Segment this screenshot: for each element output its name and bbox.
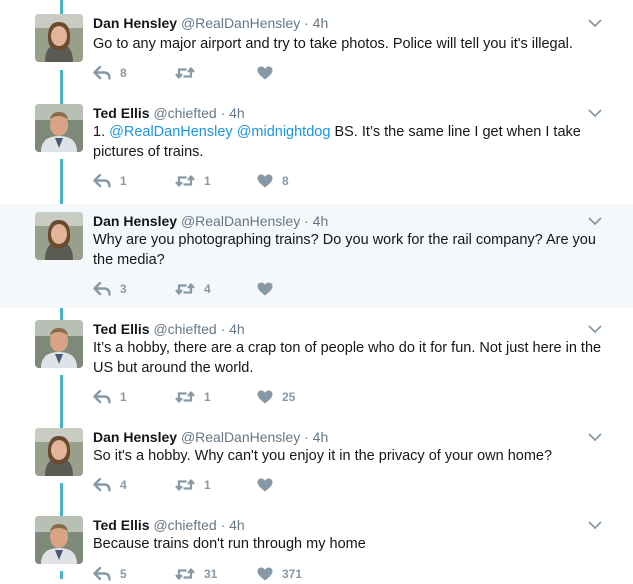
mention-link[interactable]: @midnightdog (237, 124, 331, 140)
reply-count: 1 (120, 174, 127, 188)
like-button[interactable] (257, 63, 282, 83)
separator-dot: · (220, 517, 226, 533)
separator-dot: · (304, 15, 309, 31)
tweet[interactable]: Ted Ellis @chiefted · 4h 1. @RealDanHens… (0, 96, 633, 204)
retweet-button[interactable]: 31 (175, 564, 217, 584)
reply-button[interactable]: 1 (93, 171, 127, 191)
author-handle[interactable]: @RealDanHensley (181, 213, 300, 229)
like-button[interactable]: 25 (257, 387, 295, 407)
tweet-text: Why are you photographing trains? Do you… (93, 232, 596, 268)
separator-dot: · (220, 321, 226, 337)
like-button[interactable]: 8 (257, 171, 289, 191)
timestamp[interactable]: 4h (229, 517, 245, 533)
author-handle[interactable]: @chiefted (153, 321, 216, 337)
tweet-text: So it's a hobby. Why can't you enjoy it … (93, 448, 553, 464)
timestamp[interactable]: 4h (229, 321, 245, 337)
tweet[interactable]: Dan Hensley @RealDanHensley · 4h So it's… (0, 420, 633, 508)
timestamp[interactable]: 4h (313, 15, 329, 31)
retweet-button[interactable]: 4 (175, 279, 211, 299)
separator-dot: · (304, 213, 309, 229)
avatar[interactable] (35, 320, 83, 368)
chevron-down-icon[interactable] (587, 215, 603, 227)
retweet-count: 1 (204, 390, 211, 404)
reply-icon (93, 282, 111, 296)
separator-dot: · (304, 429, 309, 445)
retweet-icon (175, 391, 195, 403)
retweet-button[interactable] (175, 63, 204, 83)
mention-link[interactable]: @RealDanHensley (109, 124, 233, 140)
author-handle[interactable]: @RealDanHensley (181, 429, 300, 445)
retweet-count: 1 (204, 174, 211, 188)
like-count: 25 (282, 390, 296, 404)
retweet-icon (175, 175, 195, 187)
chevron-down-icon[interactable] (587, 431, 603, 443)
retweet-icon (175, 283, 195, 295)
retweet-button[interactable]: 1 (175, 387, 211, 407)
reply-count: 3 (120, 282, 127, 296)
author-name[interactable]: Ted Ellis (93, 105, 150, 121)
author-name[interactable]: Dan Hensley (93, 429, 177, 445)
tweet-text: 1. @RealDanHensley @midnightdog BS. It’s… (93, 122, 608, 162)
author-handle[interactable]: @RealDanHensley (181, 15, 300, 31)
avatar[interactable] (35, 14, 83, 62)
retweet-icon (175, 479, 195, 491)
heart-icon (257, 174, 273, 188)
reply-button[interactable]: 3 (93, 279, 127, 299)
avatar[interactable] (35, 104, 83, 152)
like-button[interactable]: 371 (257, 564, 302, 584)
heart-icon (257, 282, 273, 296)
reply-icon (93, 66, 111, 80)
reply-count: 4 (120, 478, 127, 492)
timestamp[interactable]: 4h (229, 105, 245, 121)
retweet-button[interactable]: 1 (175, 171, 211, 191)
reply-button[interactable]: 4 (93, 475, 127, 495)
author-name[interactable]: Dan Hensley (93, 213, 177, 229)
retweet-icon (175, 67, 195, 79)
like-button[interactable] (257, 475, 282, 495)
tweet-text: It’s a hobby, there are a crap ton of pe… (93, 340, 602, 376)
heart-icon (257, 390, 273, 404)
timestamp[interactable]: 4h (313, 213, 329, 229)
avatar[interactable] (35, 516, 83, 564)
reply-icon (93, 174, 111, 188)
heart-icon (257, 66, 273, 80)
heart-icon (257, 478, 273, 492)
chevron-down-icon[interactable] (587, 323, 603, 335)
conversation-thread: Dan Hensley @RealDanHensley · 4h Go to a… (0, 0, 633, 581)
reply-button[interactable]: 1 (93, 387, 127, 407)
author-name[interactable]: Ted Ellis (93, 321, 150, 337)
reply-button[interactable]: 8 (93, 63, 127, 83)
text-prefix: 1. (93, 124, 110, 140)
retweet-count: 1 (204, 478, 211, 492)
author-handle[interactable]: @chiefted (153, 517, 216, 533)
reply-button[interactable]: 5 (93, 564, 127, 584)
chevron-down-icon[interactable] (587, 519, 603, 531)
like-button[interactable] (257, 279, 282, 299)
tweet[interactable]: Ted Ellis @chiefted · 4h Because trains … (0, 508, 633, 581)
retweet-count: 4 (204, 282, 211, 296)
reply-count: 1 (120, 390, 127, 404)
tweet[interactable]: Ted Ellis @chiefted · 4h It’s a hobby, t… (0, 312, 633, 420)
reply-count: 8 (120, 66, 127, 80)
timestamp[interactable]: 4h (313, 429, 329, 445)
retweet-button[interactable]: 1 (175, 475, 211, 495)
author-name[interactable]: Ted Ellis (93, 517, 150, 533)
avatar[interactable] (35, 212, 83, 260)
like-count: 8 (282, 174, 289, 188)
reply-icon (93, 390, 111, 404)
tweet-text: Because trains don't run through my home (93, 536, 366, 552)
reply-icon (93, 478, 111, 492)
author-name[interactable]: Dan Hensley (93, 15, 177, 31)
tweet[interactable]: Dan Hensley @RealDanHensley · 4h Go to a… (0, 0, 633, 96)
avatar[interactable] (35, 428, 83, 476)
chevron-down-icon[interactable] (587, 107, 603, 119)
author-handle[interactable]: @chiefted (153, 105, 216, 121)
tweet-text: Go to any major airport and try to take … (93, 36, 573, 52)
separator-dot: · (220, 105, 226, 121)
chevron-down-icon[interactable] (587, 17, 603, 29)
tweet[interactable]: Dan Hensley @RealDanHensley · 4h Why are… (0, 204, 633, 308)
